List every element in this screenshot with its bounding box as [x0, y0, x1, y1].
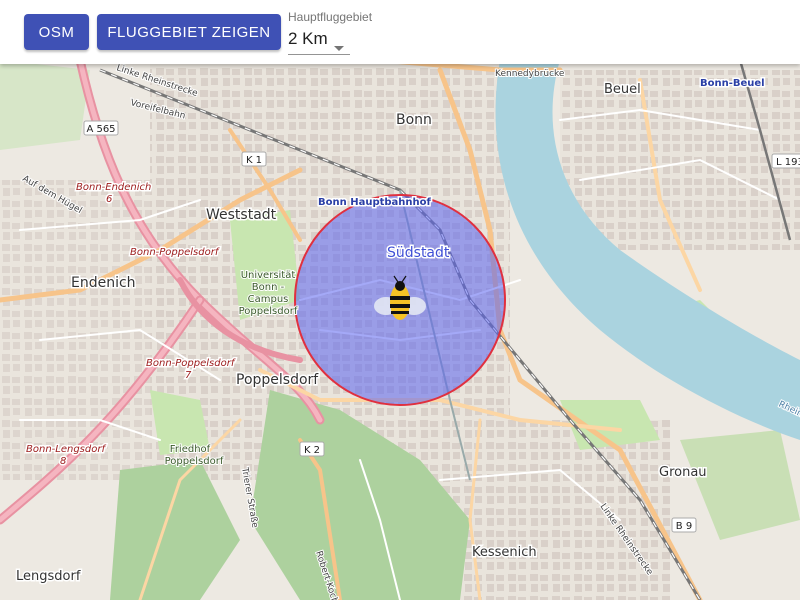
a565-label: A 565: [86, 124, 115, 135]
k2-label: K 2: [304, 445, 320, 456]
top-toolbar: OSM Fluggebiet zeigen Hauptfluggebiet 2 …: [0, 0, 800, 64]
road-shield-a565: A 565: [83, 120, 119, 136]
svg-text:Bonn -: Bonn -: [252, 282, 285, 293]
map-view[interactable]: A 565 K 1 K 2 B 9 L 193 Bonn Beuel Wests…: [0, 0, 800, 600]
station-poppelsdorf-number: 7: [185, 370, 192, 381]
place-lengsdorf: Lengsdorf: [16, 569, 81, 584]
station-lengsdorf: Bonn-Lengsdorf: [26, 444, 106, 455]
osm-button[interactable]: OSM: [24, 14, 89, 50]
place-beuel: Beuel: [604, 82, 641, 97]
road-shield-b9: B 9: [671, 517, 697, 533]
k1-label: K 1: [246, 155, 262, 166]
road-shield-k1: K 1: [241, 151, 267, 167]
svg-text:Universität: Universität: [241, 270, 296, 281]
place-endenich: Endenich: [71, 275, 136, 291]
b9-label: B 9: [676, 521, 692, 532]
place-gronau: Gronau: [659, 465, 707, 480]
l193-label: L 193: [776, 157, 800, 168]
station-hbf: Bonn Hauptbahnhof: [318, 197, 432, 208]
main-area-label: Hauptfluggebiet: [288, 10, 373, 24]
road-shield-l193: L 193: [771, 153, 800, 169]
select-underline: [288, 54, 350, 55]
main-area-value[interactable]: 2 Km: [288, 29, 328, 49]
station-poppelsdorf-bottom: Bonn-Poppelsdorf: [146, 358, 236, 369]
place-suedstadt: Südstadt: [387, 245, 450, 261]
show-flight-area-button[interactable]: Fluggebiet zeigen: [97, 14, 281, 50]
station-lengsdorf-number: 8: [60, 456, 66, 467]
station-poppelsdorf-top: Bonn-Poppelsdorf: [130, 247, 220, 258]
place-kessenich: Kessenich: [472, 545, 537, 560]
place-bonn: Bonn: [396, 112, 432, 128]
place-poppelsdorf: Poppelsdorf: [236, 372, 319, 388]
main-area-select[interactable]: Hauptfluggebiet 2 Km: [288, 8, 372, 56]
chevron-down-icon[interactable]: [334, 46, 344, 51]
road-shield-k2: K 2: [299, 441, 325, 457]
svg-text:Friedhof: Friedhof: [170, 444, 211, 455]
street-kennedybruecke: Kennedybrücke: [495, 69, 565, 79]
svg-text:Poppelsdorf: Poppelsdorf: [165, 456, 224, 467]
place-weststadt: Weststadt: [206, 207, 277, 223]
station-beuel: Bonn-Beuel: [700, 78, 765, 89]
svg-text:Poppelsdorf: Poppelsdorf: [239, 306, 298, 317]
station-endenich-number: 6: [106, 194, 112, 205]
svg-text:Campus: Campus: [248, 294, 289, 305]
station-endenich: Bonn-Endenich: [76, 182, 151, 193]
